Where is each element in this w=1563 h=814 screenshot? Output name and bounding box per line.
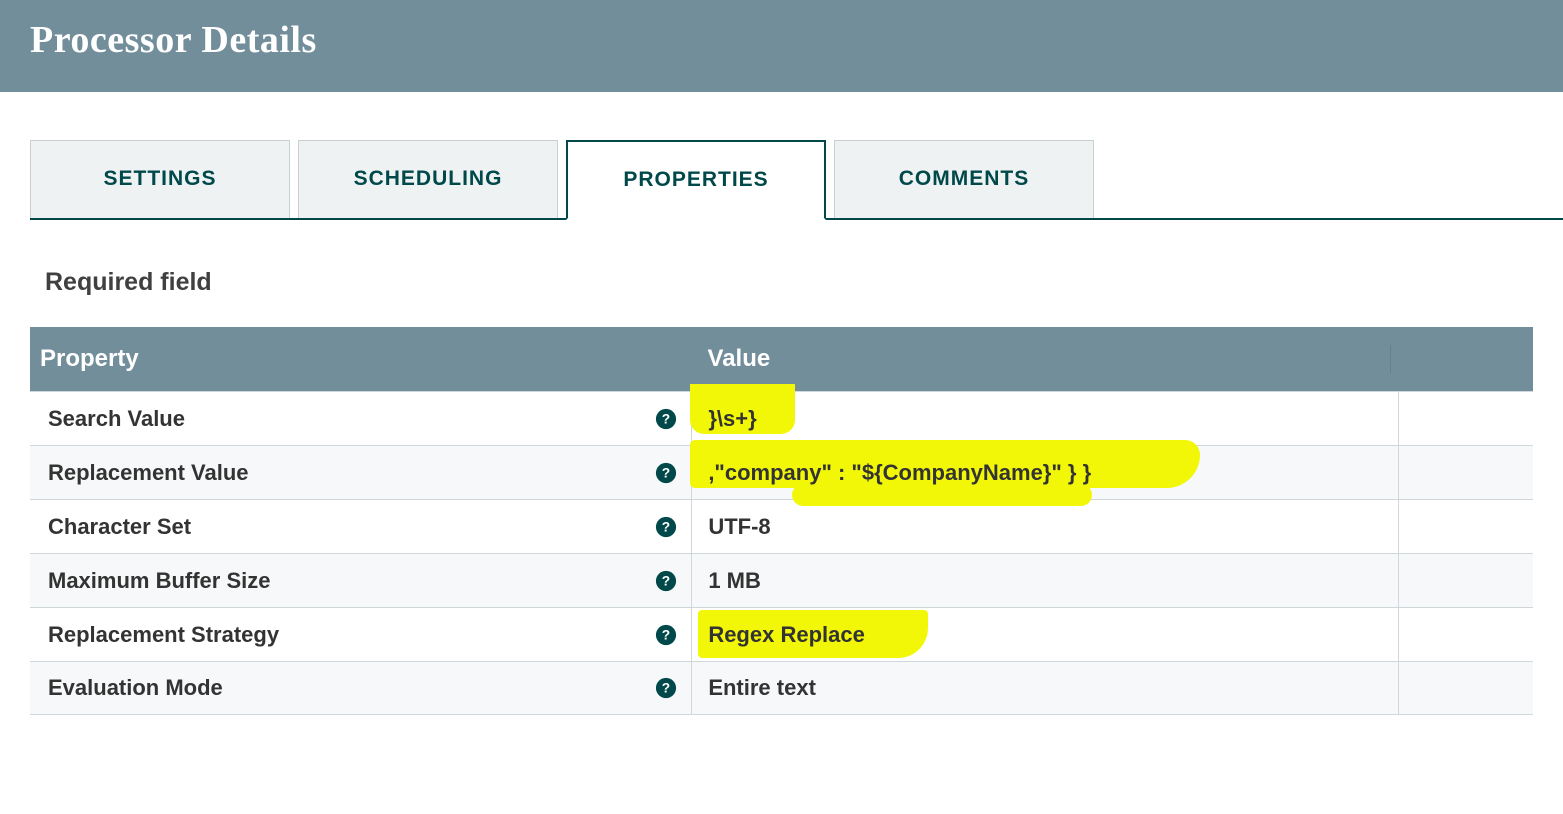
property-name: Replacement Strategy — [48, 622, 279, 648]
table-header-property: Property — [40, 345, 693, 373]
table-header-value: Value — [693, 345, 1390, 373]
history-indicator[interactable] — [1398, 662, 1533, 714]
history-indicator[interactable] — [1398, 500, 1533, 553]
property-name: Search Value — [48, 406, 185, 432]
table-header-row: Property Value — [30, 327, 1533, 391]
svg-text:?: ? — [662, 681, 670, 696]
dialog-header: Processor Details — [0, 0, 1563, 92]
dialog-content: SETTINGS SCHEDULING PROPERTIES COMMENTS … — [0, 140, 1563, 715]
tab-properties[interactable]: PROPERTIES — [566, 140, 826, 220]
table-row[interactable]: Search Value ? }\s+} — [30, 391, 1533, 445]
history-indicator[interactable] — [1398, 608, 1533, 661]
svg-text:?: ? — [662, 465, 670, 480]
table-row[interactable]: Evaluation Mode ? Entire text — [30, 661, 1533, 715]
help-icon[interactable]: ? — [655, 624, 677, 646]
svg-text:?: ? — [662, 627, 670, 642]
property-value: Regex Replace — [708, 622, 865, 648]
property-value: 1 MB — [708, 568, 761, 594]
help-icon[interactable]: ? — [655, 677, 677, 699]
property-name: Character Set — [48, 514, 191, 540]
tab-settings[interactable]: SETTINGS — [30, 140, 290, 218]
property-name: Replacement Value — [48, 460, 249, 486]
help-icon[interactable]: ? — [655, 516, 677, 538]
tabs-container: SETTINGS SCHEDULING PROPERTIES COMMENTS — [30, 140, 1563, 220]
property-value: }\s+} — [708, 406, 756, 432]
table-header-indicator — [1390, 345, 1523, 373]
svg-text:?: ? — [662, 519, 670, 534]
property-value: Entire text — [708, 675, 816, 701]
page-title: Processor Details — [30, 18, 1533, 62]
tab-scheduling[interactable]: SCHEDULING — [298, 140, 558, 218]
properties-table: Property Value Search Value ? }\s+} Repl… — [30, 327, 1533, 715]
history-indicator[interactable] — [1398, 554, 1533, 607]
history-indicator[interactable] — [1398, 446, 1533, 499]
table-row[interactable]: Replacement Strategy ? Regex Replace — [30, 607, 1533, 661]
property-value: ,"company" : "${CompanyName}" } } — [708, 460, 1091, 486]
help-icon[interactable]: ? — [655, 408, 677, 430]
table-row[interactable]: Replacement Value ? ,"company" : "${Comp… — [30, 445, 1533, 499]
table-row[interactable]: Character Set ? UTF-8 — [30, 499, 1533, 553]
svg-text:?: ? — [662, 573, 670, 588]
property-name: Maximum Buffer Size — [48, 568, 271, 594]
table-row[interactable]: Maximum Buffer Size ? 1 MB — [30, 553, 1533, 607]
help-icon[interactable]: ? — [655, 462, 677, 484]
history-indicator[interactable] — [1398, 392, 1533, 445]
property-value: UTF-8 — [708, 514, 770, 540]
property-name: Evaluation Mode — [48, 675, 223, 701]
help-icon[interactable]: ? — [655, 570, 677, 592]
required-field-label: Required field — [45, 268, 1563, 297]
svg-text:?: ? — [662, 411, 670, 426]
tab-comments[interactable]: COMMENTS — [834, 140, 1094, 218]
